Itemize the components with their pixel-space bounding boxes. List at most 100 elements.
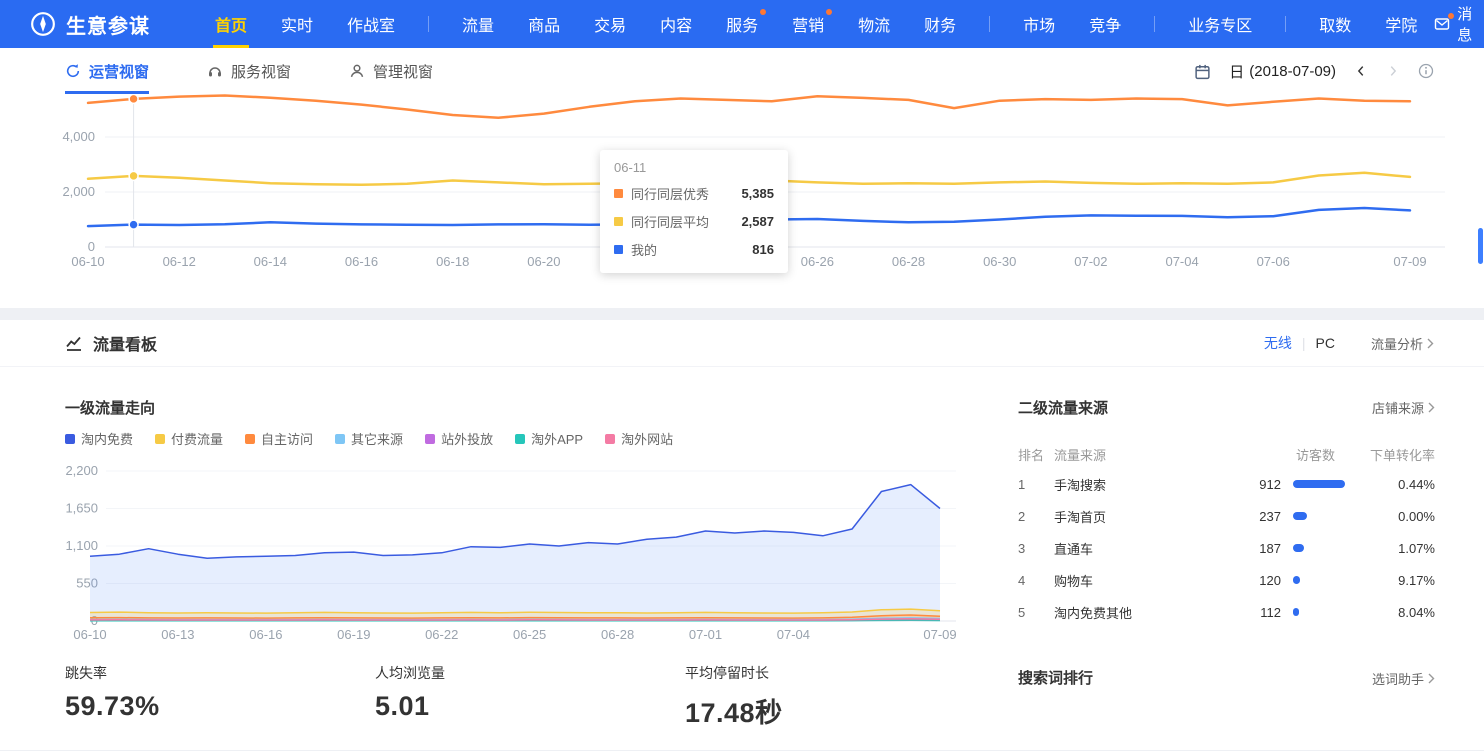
conversion-cell: 1.07% — [1345, 541, 1435, 556]
source-row[interactable]: 1 手淘搜索 912 0.44% — [1018, 468, 1435, 500]
nav-item-logistics[interactable]: 物流 — [856, 0, 892, 48]
secondary-source-panel: 二级流量来源 店铺来源 排名 流量来源 访客数 下单转化率 1 手淘搜索 912 — [1018, 397, 1435, 628]
source-name[interactable]: 手淘搜索 — [1054, 475, 1194, 494]
toggle-pc[interactable]: PC — [1316, 335, 1335, 351]
refresh-icon — [65, 63, 81, 79]
visitors-bar — [1293, 608, 1299, 616]
shop-source-label: 店铺来源 — [1372, 398, 1424, 417]
legend-swatch — [65, 434, 75, 444]
nav-item-message[interactable]: 消息 — [1434, 3, 1472, 45]
nav-item-marketing[interactable]: 营销 — [790, 0, 826, 48]
secondary-source-title: 二级流量来源 — [1018, 397, 1108, 418]
date-controls: 日 (2018-07-09) — [1194, 61, 1434, 82]
legend-swatch — [245, 434, 255, 444]
source-name[interactable]: 手淘首页 — [1054, 507, 1194, 526]
logo-icon — [30, 11, 56, 37]
nav-item-business-zone[interactable]: 业务专区 — [1186, 0, 1254, 48]
svg-text:07-02: 07-02 — [1074, 254, 1107, 269]
legend-item[interactable]: 其它来源 — [335, 429, 403, 448]
tooltip-date: 06-11 — [614, 160, 774, 175]
svg-text:06-14: 06-14 — [254, 254, 287, 269]
next-date-button[interactable] — [1386, 64, 1400, 78]
line-chart-icon — [65, 334, 83, 352]
legend-label: 淘内免费 — [81, 429, 133, 448]
source-name[interactable]: 淘内免费其他 — [1054, 603, 1194, 622]
svg-text:06-20: 06-20 — [527, 254, 560, 269]
legend-label: 淘外APP — [531, 429, 583, 448]
legend-item[interactable]: 淘外APP — [515, 429, 583, 448]
legend-label: 淘外网站 — [621, 429, 673, 448]
nav-item-compete[interactable]: 竞争 — [1087, 0, 1123, 48]
series-swatch — [614, 189, 623, 198]
source-row[interactable]: 5 淘内免费其他 112 8.04% — [1018, 596, 1435, 628]
legend-item[interactable]: 付费流量 — [155, 429, 223, 448]
svg-text:1,100: 1,100 — [65, 538, 98, 553]
svg-text:1,650: 1,650 — [65, 501, 98, 516]
nav-item-realtime[interactable]: 实时 — [279, 0, 315, 48]
svg-text:2,000: 2,000 — [62, 184, 95, 199]
header-visitors: 访客数 — [1194, 445, 1345, 464]
chevron-right-icon — [1428, 402, 1435, 413]
message-icon — [1434, 16, 1450, 32]
prev-date-button[interactable] — [1354, 64, 1368, 78]
legend-item[interactable]: 淘内免费 — [65, 429, 133, 448]
info-icon[interactable] — [1418, 63, 1434, 79]
nav-item-content[interactable]: 内容 — [658, 0, 694, 48]
series-label: 同行同层优秀 — [631, 184, 733, 203]
legend-item[interactable]: 站外投放 — [425, 429, 493, 448]
nav-item-home[interactable]: 首页 — [213, 0, 249, 48]
view-tabs-bar: 运营视窗 服务视窗 管理视窗 日 (2018-07-09) — [0, 48, 1484, 94]
metric-label: 平均停留时长 — [685, 663, 783, 683]
nav-divider — [1154, 16, 1155, 32]
scrollbar-thumb[interactable] — [1478, 228, 1483, 264]
nav-divider — [428, 16, 429, 32]
primary-nav: 首页 实时 作战室 流量 商品 交易 内容 服务 营销 物流 财务 市场 竞争 … — [198, 0, 1434, 48]
nav-item-finance[interactable]: 财务 — [922, 0, 958, 48]
nav-item-service[interactable]: 服务 — [724, 0, 760, 48]
source-row[interactable]: 3 直通车 187 1.07% — [1018, 532, 1435, 564]
legend-item[interactable]: 自主访问 — [245, 429, 313, 448]
legend-item[interactable]: 淘外网站 — [605, 429, 673, 448]
nav-item-trade[interactable]: 交易 — [592, 0, 628, 48]
visitors-bar — [1293, 512, 1307, 520]
series-value: 2,587 — [741, 214, 774, 229]
nav-item-academy[interactable]: 学院 — [1383, 0, 1419, 48]
toggle-wireless[interactable]: 无线 — [1264, 333, 1292, 353]
tab-management-label: 管理视窗 — [373, 61, 433, 82]
rank-cell: 4 — [1018, 573, 1054, 588]
source-row[interactable]: 2 手淘首页 237 0.00% — [1018, 500, 1435, 532]
source-name[interactable]: 购物车 — [1054, 571, 1194, 590]
tab-management-view[interactable]: 管理视窗 — [349, 48, 433, 94]
tab-operation-view[interactable]: 运营视窗 — [65, 48, 149, 94]
logo[interactable]: 生意参谋 — [30, 10, 150, 39]
source-row[interactable]: 4 购物车 120 9.17% — [1018, 564, 1435, 596]
nav-item-war-room[interactable]: 作战室 — [345, 0, 397, 48]
svg-text:07-09: 07-09 — [1393, 254, 1426, 269]
traffic-analysis-label: 流量分析 — [1371, 334, 1423, 353]
nav-item-goods[interactable]: 商品 — [526, 0, 562, 48]
date-display[interactable]: 日 (2018-07-09) — [1229, 61, 1336, 82]
chevron-right-icon — [1428, 673, 1435, 684]
calendar-icon[interactable] — [1194, 63, 1211, 80]
traffic-board-card: 流量看板 无线 | PC 流量分析 一级流量走向 淘内免费 付费流量 自主访问 … — [0, 320, 1484, 750]
svg-text:06-18: 06-18 — [436, 254, 469, 269]
search-rank-title: 搜索词排行 — [1018, 667, 1093, 688]
shop-source-link[interactable]: 店铺来源 — [1372, 398, 1435, 417]
nav-item-fetch-data[interactable]: 取数 — [1317, 0, 1353, 48]
nav-item-market[interactable]: 市场 — [1021, 0, 1057, 48]
visitors-cell: 120 — [1194, 573, 1281, 588]
visitors-bar — [1293, 544, 1304, 552]
chevron-right-icon — [1427, 338, 1434, 349]
word-picker-link[interactable]: 选词助手 — [1372, 669, 1435, 688]
rank-cell: 2 — [1018, 509, 1054, 524]
tab-service-view[interactable]: 服务视窗 — [207, 48, 291, 94]
nav-item-traffic[interactable]: 流量 — [460, 0, 496, 48]
legend-swatch — [155, 434, 165, 444]
legend-swatch — [605, 434, 615, 444]
word-picker-label: 选词助手 — [1372, 669, 1424, 688]
primary-trend-area-chart[interactable]: 05501,1001,6502,20006-1006-1306-1606-190… — [0, 461, 980, 651]
source-name[interactable]: 直通车 — [1054, 539, 1194, 558]
metric-label: 人均浏览量 — [375, 663, 445, 683]
notification-dot — [760, 9, 766, 15]
traffic-analysis-link[interactable]: 流量分析 — [1371, 334, 1434, 353]
